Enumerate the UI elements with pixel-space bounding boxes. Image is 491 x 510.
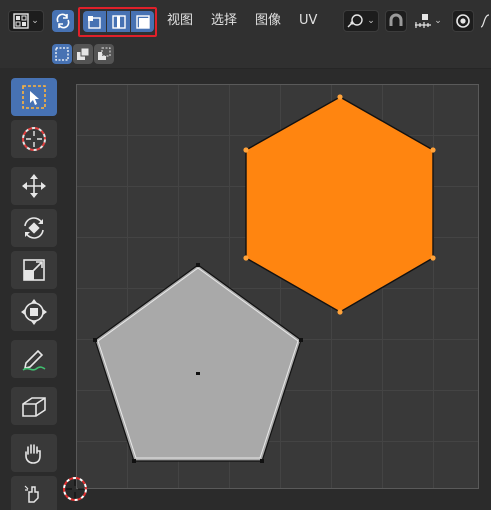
mode-subtract-button[interactable] (94, 44, 114, 64)
snap-increment-icon (415, 14, 432, 28)
mode-set-button[interactable] (52, 44, 72, 64)
image-menu[interactable]: 图像 (255, 12, 281, 30)
tool-select-box[interactable] (11, 78, 57, 116)
transform-icon (21, 299, 47, 325)
uv-editor-icon (13, 13, 29, 29)
select-box-cursor-icon (22, 85, 46, 109)
editor-type-button[interactable]: ⌄ (8, 10, 44, 32)
uv-editor-header: ⌄ 视图 选择 图像 UV ⌄ ⌄ (0, 0, 491, 42)
sync-selection-button[interactable] (52, 10, 74, 32)
chevron-down-icon: ⌄ (31, 16, 39, 26)
tool-transform[interactable] (11, 293, 57, 331)
cursor-3d-icon (22, 127, 46, 151)
tool-annotate[interactable] (11, 340, 57, 378)
tool-grab[interactable] (11, 434, 57, 472)
select-extend-icon (77, 47, 90, 60)
chevron-down-icon: ⌄ (434, 16, 442, 26)
tool-settings-row (0, 42, 491, 69)
select-box-icon (55, 47, 69, 61)
move-arrows-icon (22, 174, 46, 198)
proportional-edit-button[interactable] (452, 10, 474, 32)
view-menu[interactable]: 视图 (167, 12, 193, 30)
pivot-point-button[interactable]: ⌄ (343, 10, 379, 32)
proportional-edit-icon (456, 14, 470, 28)
snap-toggle-button[interactable] (385, 10, 407, 32)
mode-extend-button[interactable] (73, 44, 93, 64)
falloff-button[interactable] (478, 10, 491, 32)
select-menu[interactable]: 选择 (211, 12, 237, 30)
pivot-icon (347, 14, 363, 28)
tool-scale[interactable] (11, 251, 57, 289)
tool-move[interactable] (11, 167, 57, 205)
sync-arrows-icon (56, 13, 70, 29)
uv-menu[interactable]: UV (299, 12, 317, 30)
rip-region-icon (22, 397, 46, 417)
tool-relax[interactable] (11, 476, 57, 510)
tool-cursor[interactable] (11, 120, 57, 158)
rotate-icon (24, 217, 44, 239)
scale-icon (23, 259, 45, 281)
annotate-pencil-icon (22, 349, 46, 371)
highlight-box (78, 7, 157, 37)
snap-target-button[interactable]: ⌄ (410, 10, 446, 32)
falloff-curve-icon (480, 14, 489, 28)
relax-hand-icon (24, 485, 39, 503)
magnet-icon (389, 13, 403, 26)
grab-hand-icon (25, 444, 41, 464)
chevron-down-icon: ⌄ (367, 16, 375, 26)
tool-rotate[interactable] (11, 209, 57, 247)
tool-rip-region[interactable] (11, 387, 57, 425)
select-subtract-icon (98, 47, 111, 60)
